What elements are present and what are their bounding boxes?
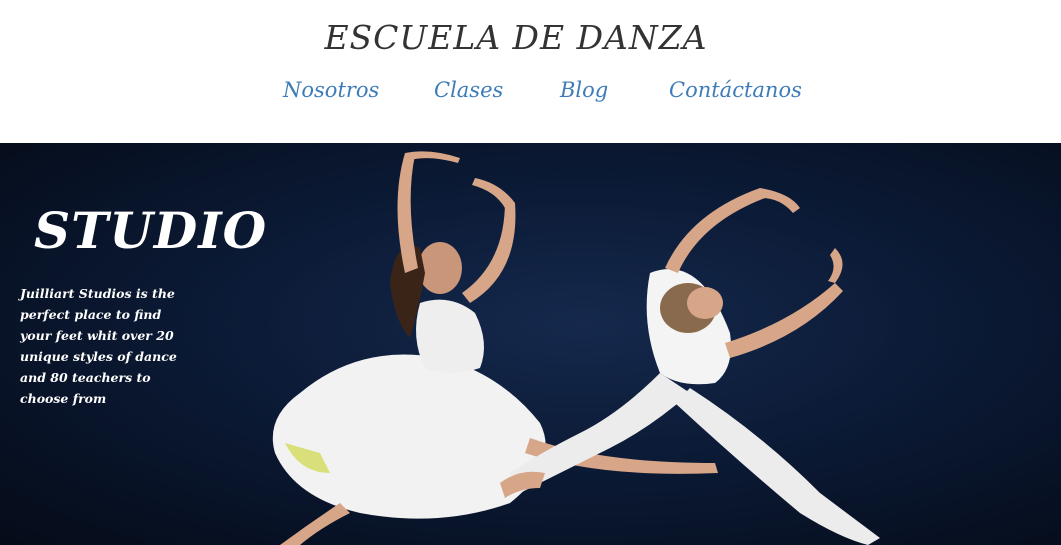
nav-link-blog[interactable]: Blog [560,78,608,102]
nav-link-clases[interactable]: Clases [434,78,503,102]
hero-title: STUDIO [34,201,268,260]
main-nav: Nosotros Clases Blog Contáctanos [0,78,1061,108]
site-title: ESCUELA DE DANZA [324,18,708,57]
site-header: ESCUELA DE DANZA Nosotros Clases Blog Co… [0,0,1061,143]
hero-description: Juilliart Studios is the perfect place t… [20,286,177,406]
hero-banner: STUDIO Juilliart Studios is the perfect … [0,143,1061,545]
female-dancer [272,151,718,545]
nav-link-nosotros[interactable]: Nosotros [283,78,379,102]
nav-link-contactanos[interactable]: Contáctanos [669,78,802,102]
male-dancer [500,188,880,545]
